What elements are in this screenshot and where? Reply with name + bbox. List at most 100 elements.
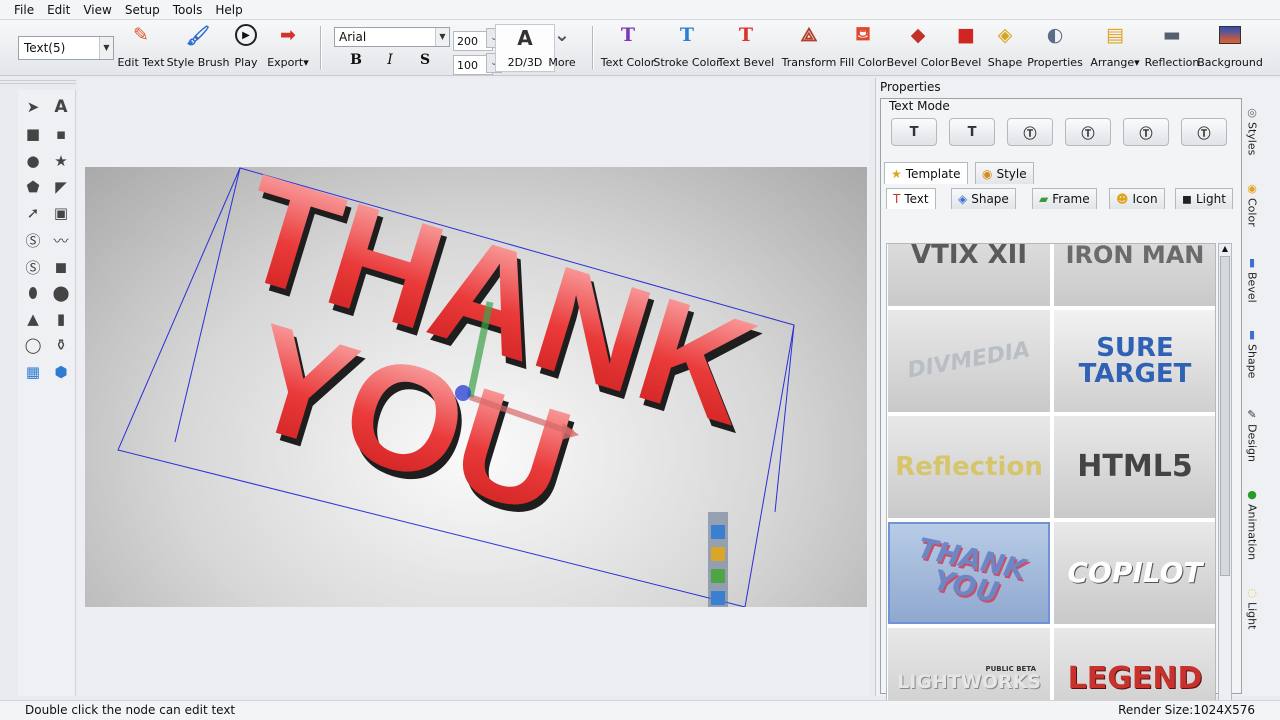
gallery-scrollbar[interactable]: ▲ ▼ bbox=[1218, 243, 1232, 713]
template-ironman-label: IRON MAN bbox=[1065, 243, 1205, 269]
curve-icon[interactable]: 〰 bbox=[50, 229, 72, 251]
template-tile[interactable]: HTML5 bbox=[1054, 416, 1215, 518]
tube-icon[interactable]: ▮ bbox=[50, 308, 72, 330]
fill-color-button[interactable]: ⛾ Fill Color bbox=[833, 22, 893, 70]
scrollbar-thumb[interactable] bbox=[1220, 256, 1230, 576]
text-mode-arc-button[interactable]: Ⓣ bbox=[1065, 118, 1111, 146]
template-vtix-label: VTIX XII bbox=[910, 243, 1028, 270]
light-icon: ◌ bbox=[1247, 586, 1257, 599]
font-selector[interactable]: Arial ▼ bbox=[334, 27, 450, 47]
reflection-button[interactable]: ▬ Reflection bbox=[1142, 22, 1202, 69]
select-arrow-icon[interactable]: ➤ bbox=[22, 96, 44, 118]
chevron-down-icon[interactable]: ▼ bbox=[435, 28, 449, 46]
more-button[interactable]: ⌄ More bbox=[532, 22, 592, 69]
menu-edit[interactable]: Edit bbox=[47, 3, 70, 17]
render-size: Render Size:1024X576 bbox=[1118, 703, 1255, 717]
template-tile[interactable]: IRON MAN bbox=[1054, 243, 1215, 306]
template-tile[interactable]: COPILOT bbox=[1054, 522, 1215, 624]
template-tile[interactable]: DIVMEDIA bbox=[888, 310, 1050, 412]
more-label: More bbox=[548, 56, 576, 69]
cube-icon[interactable]: ◼ bbox=[50, 256, 72, 278]
play-label: Play bbox=[234, 56, 258, 69]
reflection-icon: ▬ bbox=[1163, 24, 1181, 46]
text-color-button[interactable]: T Text Color bbox=[598, 22, 658, 69]
text-mode-flat-button[interactable]: T bbox=[891, 118, 937, 146]
tab-template[interactable]: ★ Template bbox=[884, 162, 968, 184]
circle-icon[interactable]: ● bbox=[22, 150, 44, 172]
text-tool-icon[interactable]: A bbox=[50, 96, 72, 118]
subtab-frame[interactable]: ▰ Frame bbox=[1032, 188, 1097, 209]
arrow-tool-icon[interactable]: ➚ bbox=[22, 202, 44, 224]
object-selector[interactable]: Text(5) ▼ bbox=[18, 36, 114, 60]
thank-you-3d-text[interactable]: THANK THANK YOU YOU bbox=[179, 143, 779, 598]
subtab-icon[interactable]: ☻ Icon bbox=[1109, 188, 1165, 209]
template-divmedia-label: DIVMEDIA bbox=[905, 337, 1033, 384]
stroke-color-icon: T bbox=[679, 24, 695, 46]
sidetab-styles[interactable]: ◎ Styles bbox=[1241, 106, 1263, 155]
rectangle-icon[interactable]: ■ bbox=[22, 123, 44, 145]
cylinder-icon[interactable]: ⬮ bbox=[22, 282, 44, 304]
sidetab-shape[interactable]: ▮ Shape bbox=[1241, 328, 1263, 378]
menu-help[interactable]: Help bbox=[215, 3, 242, 17]
cone-icon[interactable]: ▲ bbox=[22, 308, 44, 330]
text-mode-ring-button[interactable]: Ⓣ bbox=[1181, 118, 1227, 146]
menu-tools[interactable]: Tools bbox=[173, 3, 203, 17]
text-mode-circle-button[interactable]: Ⓣ bbox=[1123, 118, 1169, 146]
background-button[interactable]: Background bbox=[1197, 22, 1263, 69]
text-mode-round-button[interactable]: Ⓣ bbox=[1007, 118, 1053, 146]
template-legend-label: LEGEND bbox=[1067, 661, 1203, 696]
import-model-icon[interactable]: ⬢ bbox=[50, 361, 72, 383]
menu-bar: File Edit View Setup Tools Help bbox=[0, 0, 1280, 20]
text-bevel-button[interactable]: T Text Bevel bbox=[716, 22, 776, 69]
vase-icon[interactable]: ⚱ bbox=[50, 334, 72, 356]
t-letter-icon: T bbox=[893, 192, 901, 206]
toolbar-separator bbox=[320, 26, 322, 70]
color-icon: ◉ bbox=[1247, 182, 1257, 195]
template-tile[interactable]: Reflection bbox=[888, 416, 1050, 518]
export-button[interactable]: ➡ Export▾ bbox=[258, 22, 318, 69]
node-handles[interactable] bbox=[708, 512, 728, 608]
subtab-text[interactable]: T Text bbox=[886, 188, 936, 209]
sidetab-light[interactable]: ◌ Light bbox=[1241, 586, 1263, 629]
status-bar: Double click the node can edit text Rend… bbox=[0, 700, 1280, 720]
template-html5-label: HTML5 bbox=[1077, 449, 1193, 484]
menu-view[interactable]: View bbox=[83, 3, 111, 17]
properties-title: Properties bbox=[880, 80, 941, 94]
text-color-icon: T bbox=[620, 24, 636, 46]
text-box-icon[interactable]: ▣ bbox=[50, 202, 72, 224]
italic-button[interactable]: I bbox=[379, 52, 401, 72]
stroke-color-button[interactable]: T Stroke Color bbox=[653, 22, 720, 69]
arrange-button[interactable]: ▤ Arrange▾ bbox=[1085, 22, 1145, 69]
pentagon-icon[interactable]: ⬟ bbox=[22, 176, 44, 198]
render-stage[interactable]: THANK THANK YOU YOU bbox=[85, 143, 867, 608]
bold-button[interactable]: B bbox=[345, 52, 367, 72]
s-add-icon[interactable]: Ⓢ bbox=[22, 256, 44, 278]
scroll-up-icon[interactable]: ▲ bbox=[1220, 244, 1230, 256]
sphere-icon[interactable]: ⬤ bbox=[50, 282, 72, 304]
template-tile-selected[interactable]: THANK YOU bbox=[888, 522, 1050, 624]
menu-file[interactable]: File bbox=[14, 3, 34, 17]
tab-style[interactable]: ◉ Style bbox=[975, 162, 1034, 184]
strike-button[interactable]: S bbox=[414, 52, 436, 72]
quarter-shape-icon[interactable]: ◤ bbox=[50, 176, 72, 198]
properties-button[interactable]: ◐ Properties bbox=[1025, 22, 1085, 69]
template-tile[interactable]: VTIX XII bbox=[888, 243, 1050, 306]
sidetab-color[interactable]: ◉ Color bbox=[1241, 182, 1263, 227]
subtab-shape[interactable]: ◈ Shape bbox=[951, 188, 1016, 209]
sidetab-animation[interactable]: ● Animation bbox=[1241, 488, 1263, 560]
properties-icon: ◐ bbox=[1046, 24, 1064, 46]
s-shape-icon[interactable]: Ⓢ bbox=[22, 229, 44, 251]
torus-icon[interactable]: ◯ bbox=[22, 334, 44, 356]
transform-button[interactable]: ⟁ Transform bbox=[779, 22, 839, 69]
star-icon[interactable]: ★ bbox=[50, 150, 72, 172]
status-hint: Double click the node can edit text bbox=[25, 703, 236, 717]
subtab-light[interactable]: ◼ Light bbox=[1175, 188, 1233, 209]
image-icon[interactable]: ▦ bbox=[22, 361, 44, 383]
edit-text-button[interactable]: ✎ Edit Text bbox=[111, 22, 171, 69]
sidetab-bevel[interactable]: ▮ Bevel bbox=[1241, 256, 1263, 303]
template-tile[interactable]: SURE TARGET bbox=[1054, 310, 1215, 412]
sidetab-design[interactable]: ✎ Design bbox=[1241, 408, 1263, 462]
rounded-rectangle-icon[interactable]: ▪ bbox=[50, 123, 72, 145]
text-mode-bevel-button[interactable]: T bbox=[949, 118, 995, 146]
menu-setup[interactable]: Setup bbox=[125, 3, 160, 17]
